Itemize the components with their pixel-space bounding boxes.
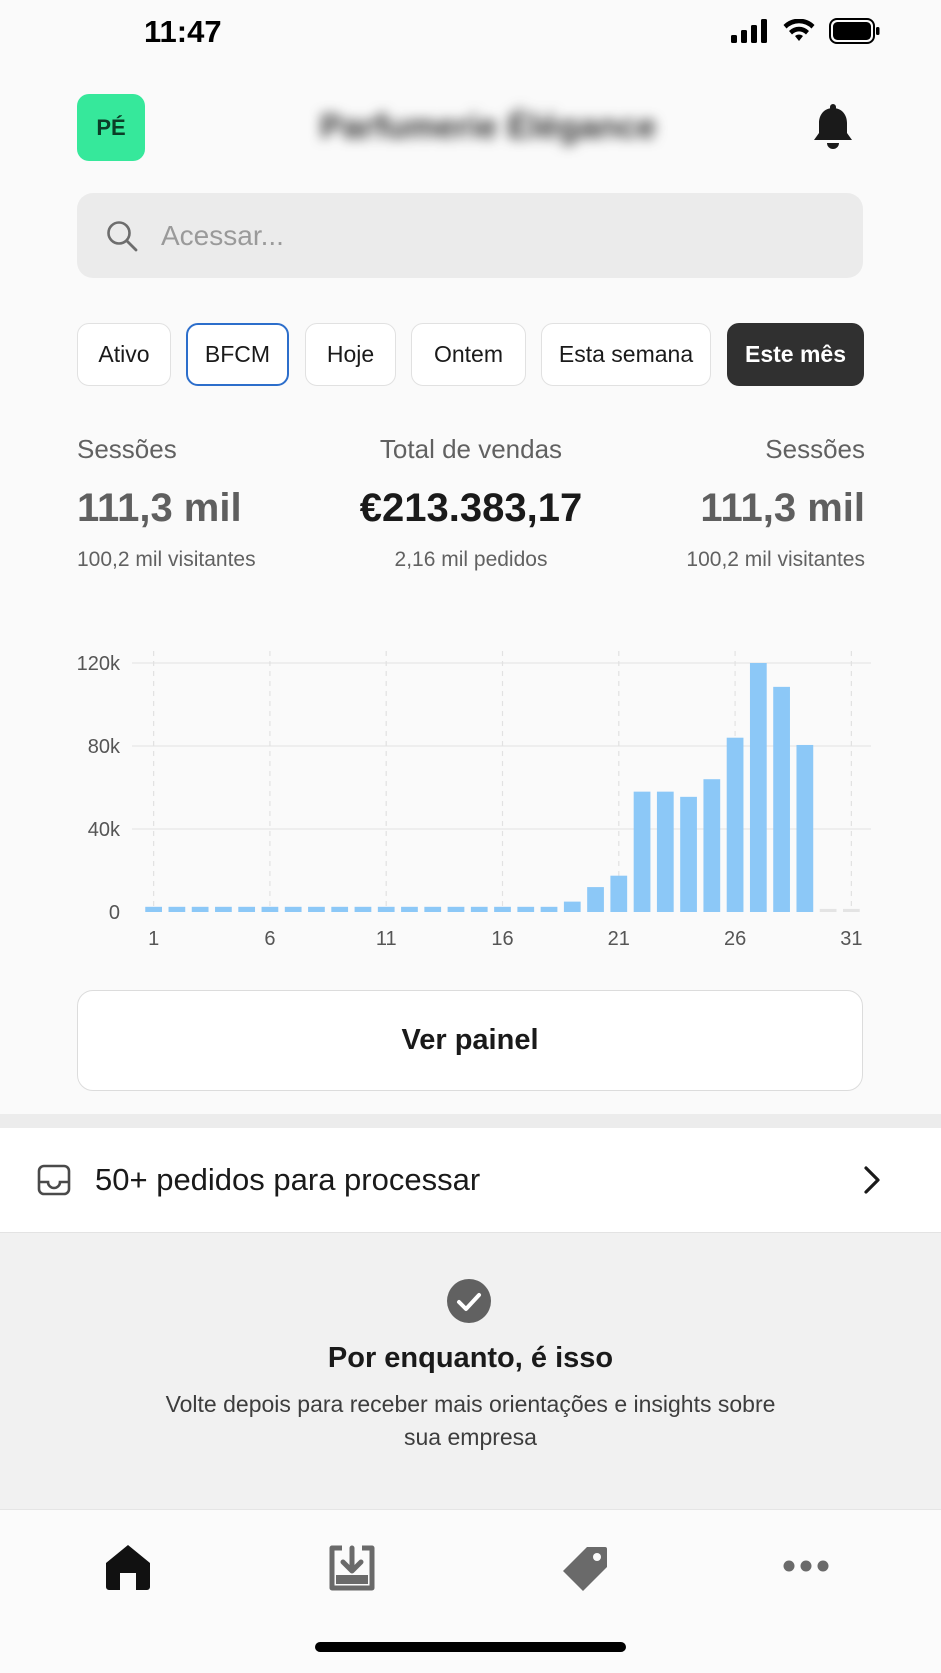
search-bar[interactable]: [77, 193, 863, 278]
filter-chip-label: Ativo: [98, 341, 150, 367]
filter-chip-esta-semana[interactable]: Esta semana: [541, 323, 711, 386]
metric-value-sessions: 111,3 mil: [77, 486, 242, 530]
y-tick-label: 80k: [88, 736, 121, 758]
bell-icon[interactable]: [812, 104, 854, 152]
chart-bar: [215, 906, 232, 912]
chart-bar: [308, 906, 325, 912]
wifi-icon: [783, 19, 815, 41]
y-tick-label: 40k: [88, 819, 121, 841]
filter-chip-este-mes[interactable]: Este mês: [727, 323, 864, 386]
sessions-bar-chart: 040k80k120k1 6 11 16 21 26 31: [77, 651, 871, 950]
metric-label-total-sales: Total de vendas: [379, 434, 563, 464]
filter-chip-label: Ontem: [433, 341, 504, 367]
chart-bar: [401, 906, 418, 912]
avatar-initials: PÉ: [96, 114, 126, 140]
filter-chip-label: Esta semana: [558, 341, 694, 367]
metric-sub-sessions-right: 100,2 mil visitantes: [686, 548, 865, 571]
chart-bar: [494, 906, 511, 912]
filter-chip-ativo[interactable]: Ativo: [77, 323, 171, 386]
filter-chip-ontem[interactable]: Ontem: [411, 323, 526, 386]
x-tick-label: 31: [840, 928, 862, 950]
metric-sub-sessions: 100,2 mil visitantes: [77, 548, 256, 571]
x-tick-label: 26: [724, 928, 746, 950]
chart-bar: [424, 906, 442, 912]
metric-value-sessions-right: 111,3 mil: [700, 486, 865, 530]
metric-value-total-sales: €213.383,17: [359, 486, 583, 530]
chart-bar: [284, 906, 302, 912]
orders-download-icon[interactable]: [328, 1544, 376, 1592]
chart-bar: [447, 906, 465, 912]
chart-bar: [377, 906, 395, 912]
x-tick-label: 1: [148, 928, 159, 950]
filter-chip-label: BFCM: [204, 341, 271, 367]
x-tick-label: 11: [376, 928, 397, 950]
chart-bar: [587, 887, 604, 912]
chart-bar: [610, 875, 628, 912]
chart-bar: [819, 908, 837, 912]
battery-icon: [829, 18, 880, 44]
chart-bar: [168, 906, 186, 912]
check-circle-icon: [447, 1279, 491, 1323]
chart-bar: [470, 906, 488, 912]
chart-bar: [540, 906, 558, 912]
chart-bar: [726, 737, 744, 912]
signal-icon: [731, 19, 767, 43]
orders-to-process-label: 50+ pedidos para processar: [95, 1162, 481, 1197]
inbox-icon: [37, 1164, 71, 1196]
chart-bar: [703, 779, 721, 912]
more-icon[interactable]: [783, 1559, 829, 1573]
empty-state-title: Por enquanto, é isso: [327, 1342, 614, 1374]
chart-bar: [517, 906, 535, 912]
metric-label-sessions: Sessões: [77, 434, 177, 464]
chart-bar: [563, 901, 581, 912]
chart-bar: [656, 791, 674, 912]
chart-bar: [842, 908, 860, 912]
store-avatar[interactable]: PÉ: [77, 94, 145, 161]
chart-bar: [238, 906, 256, 912]
filter-chip-label: Hoje: [326, 341, 375, 367]
chart-bar: [145, 906, 163, 912]
chart-bar: [191, 906, 209, 912]
chart-bar: [749, 663, 767, 912]
x-tick-label: 21: [608, 928, 630, 950]
status-icons: [731, 18, 881, 44]
chart-bar: [680, 796, 697, 912]
chevron-right-icon: [864, 1166, 880, 1194]
tag-icon[interactable]: [561, 1545, 609, 1593]
empty-state-description: Volte depois para receber mais orientaçõ…: [165, 1391, 776, 1450]
chart-bar: [331, 906, 349, 912]
chart-bar: [633, 791, 651, 912]
section-divider: [0, 1114, 941, 1128]
metric-sub-total-sales: 2,16 mil pedidos: [394, 548, 548, 571]
chart-bar: [796, 744, 814, 912]
search-input[interactable]: [159, 218, 763, 253]
home-icon[interactable]: [104, 1543, 152, 1591]
metric-label-sessions-right: Sessões: [765, 434, 865, 464]
view-dashboard-label: Ver painel: [401, 1024, 539, 1056]
view-dashboard-button[interactable]: Ver painel: [77, 990, 863, 1091]
filter-chip-label: Este mês: [744, 341, 846, 367]
store-name[interactable]: Parfumerie Élégance: [320, 108, 656, 147]
chart-bar: [354, 906, 372, 912]
filter-chip-hoje[interactable]: Hoje: [305, 323, 396, 386]
x-tick-label: 16: [491, 928, 513, 950]
y-tick-label: 0: [109, 902, 120, 924]
status-time: 11:47: [144, 14, 222, 49]
x-tick-label: 6: [264, 928, 275, 950]
home-indicator: [315, 1642, 626, 1652]
y-tick-label: 120k: [77, 653, 121, 675]
chart-bar: [773, 686, 790, 912]
chart-bar: [261, 906, 279, 912]
search-icon: [107, 220, 138, 251]
filter-chip-bfcm[interactable]: BFCM: [186, 323, 289, 386]
orders-to-process-row[interactable]: 50+ pedidos para processar: [0, 1128, 941, 1233]
